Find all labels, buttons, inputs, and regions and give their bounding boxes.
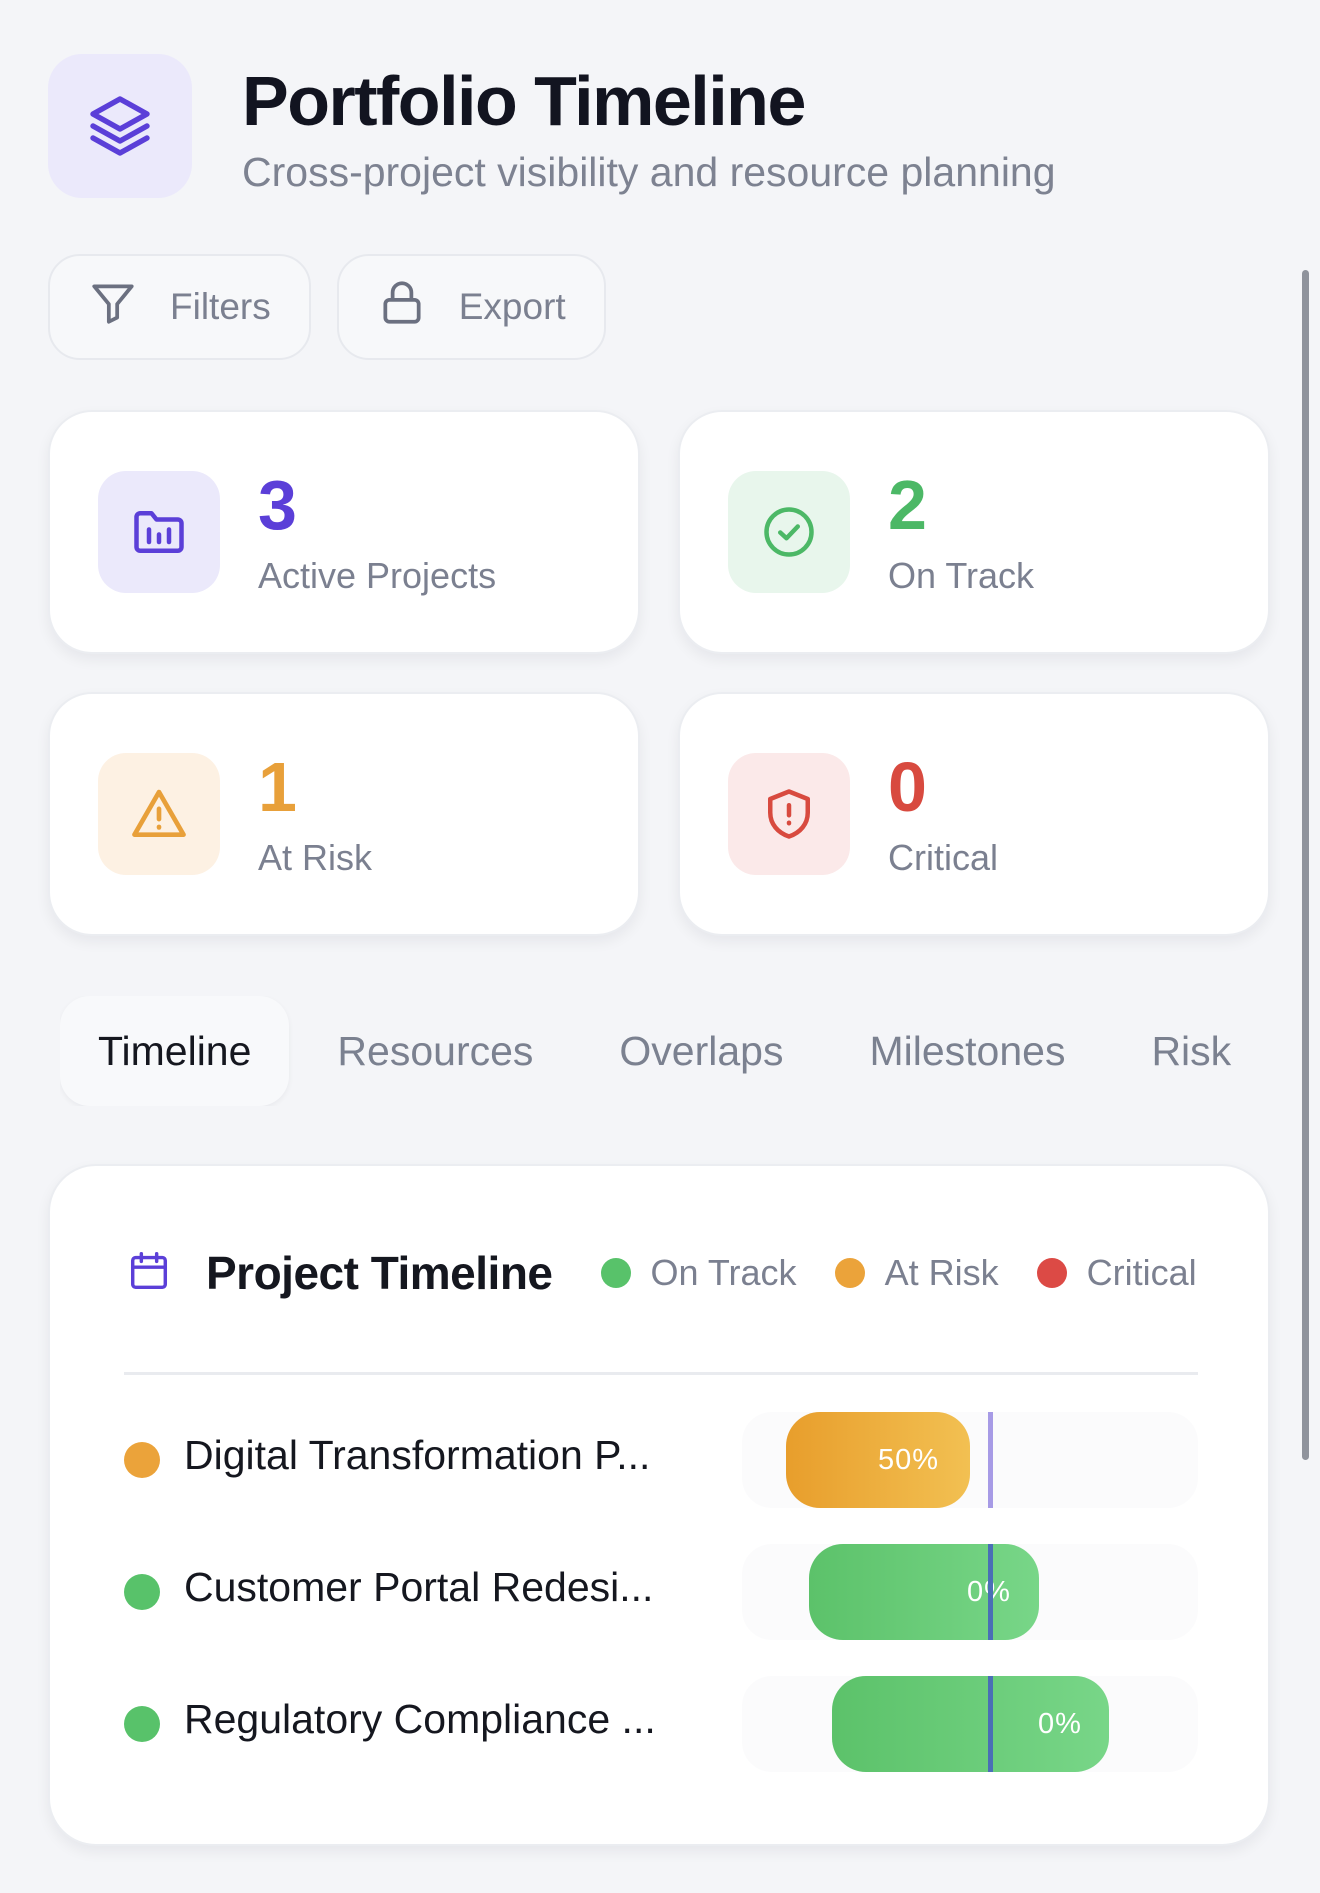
- export-label: Export: [458, 286, 566, 327]
- filter-icon: [88, 278, 138, 337]
- filters-button[interactable]: Filters: [48, 254, 311, 360]
- lock-icon: [377, 278, 427, 337]
- today-marker: [988, 1676, 993, 1772]
- status-dot: [124, 1706, 160, 1742]
- legend-label: Critical: [1086, 1252, 1197, 1293]
- toolbar: Filters Export: [48, 254, 606, 360]
- calendar-icon: [126, 1248, 172, 1299]
- folder-chart-icon: [98, 471, 220, 593]
- page-title: Portfolio Timeline: [242, 61, 806, 140]
- progress-label: 0%: [1038, 1707, 1082, 1740]
- warning-triangle-icon: [98, 753, 220, 875]
- page-subtitle: Cross-project visibility and resource pl…: [242, 148, 1056, 195]
- today-marker: [988, 1544, 993, 1640]
- tab-overlaps[interactable]: Overlaps: [581, 996, 821, 1106]
- status-dot: [124, 1574, 160, 1610]
- stat-value: 2: [888, 466, 927, 544]
- tab-resources[interactable]: Resources: [299, 996, 571, 1106]
- timeline-header: Project Timeline On Track At Risk Critic…: [126, 1246, 1197, 1300]
- page-header: Portfolio Timeline Cross-project visibil…: [48, 54, 1056, 198]
- legend-dot: [600, 1258, 631, 1288]
- project-name: Customer Portal Redesi...: [184, 1564, 654, 1610]
- project-name: Regulatory Compliance ...: [184, 1696, 656, 1742]
- check-circle-icon: [728, 471, 850, 593]
- timeline-row[interactable]: Digital Transformation P... 50%: [124, 1412, 1198, 1508]
- legend-label: On Track: [650, 1252, 797, 1293]
- legend-dot: [834, 1258, 865, 1288]
- stat-label: On Track: [888, 555, 1035, 596]
- filters-label: Filters: [170, 286, 271, 327]
- export-button[interactable]: Export: [336, 254, 606, 360]
- status-dot: [124, 1442, 160, 1478]
- stat-label: At Risk: [258, 837, 373, 878]
- stat-label: Critical: [888, 837, 999, 878]
- status-legend: On Track At Risk Critical: [600, 1252, 1197, 1294]
- stats-grid: 3 Active Projects 2 On Track 1 At Risk 0…: [48, 410, 1270, 936]
- tab-timeline[interactable]: Timeline: [60, 996, 290, 1106]
- stat-value: 0: [888, 748, 927, 826]
- stat-value: 1: [258, 748, 297, 826]
- stat-label: Active Projects: [258, 555, 497, 596]
- legend-item-at-risk: At Risk: [834, 1252, 999, 1294]
- progress-label: 50%: [878, 1443, 940, 1476]
- stat-card-at-risk[interactable]: 1 At Risk: [48, 692, 640, 936]
- stat-card-on-track[interactable]: 2 On Track: [678, 410, 1270, 654]
- legend-dot: [1036, 1258, 1067, 1288]
- stat-card-active-projects[interactable]: 3 Active Projects: [48, 410, 640, 654]
- timeline-row[interactable]: Regulatory Compliance ... 0%: [124, 1676, 1198, 1772]
- tab-risk[interactable]: Risk: [1113, 996, 1269, 1106]
- project-name: Digital Transformation P...: [184, 1432, 651, 1478]
- timeline-row[interactable]: Customer Portal Redesi... 0%: [124, 1544, 1198, 1640]
- scrollbar[interactable]: [1302, 270, 1309, 1460]
- legend-label: At Risk: [884, 1252, 999, 1293]
- stat-value: 3: [258, 466, 297, 544]
- timeline-track: 50%: [742, 1412, 1198, 1508]
- stat-card-critical[interactable]: 0 Critical: [678, 692, 1270, 936]
- tab-milestones[interactable]: Milestones: [831, 996, 1103, 1106]
- view-tabs: Timeline Resources Overlaps Milestones R…: [60, 996, 1274, 1106]
- timeline-divider: [124, 1372, 1198, 1375]
- today-marker: [988, 1412, 993, 1508]
- project-timeline-card: Project Timeline On Track At Risk Critic…: [48, 1164, 1270, 1846]
- timeline-title: Project Timeline: [206, 1247, 553, 1299]
- portfolio-page: Portfolio Timeline Cross-project visibil…: [0, 0, 1320, 1893]
- legend-item-on-track: On Track: [600, 1252, 797, 1294]
- timeline-track: 0%: [742, 1676, 1198, 1772]
- legend-item-critical: Critical: [1036, 1252, 1197, 1294]
- shield-alert-icon: [728, 753, 850, 875]
- timeline-track: 0%: [742, 1544, 1198, 1640]
- layers-icon: [48, 54, 192, 198]
